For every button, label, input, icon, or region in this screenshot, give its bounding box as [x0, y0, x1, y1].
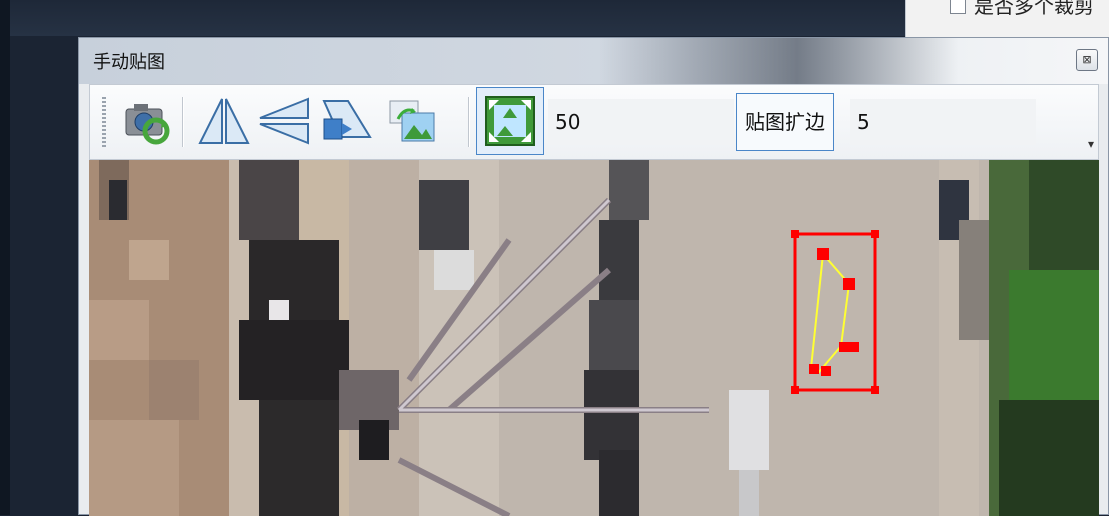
image-canvas[interactable]	[89, 160, 1099, 516]
dialog-titlebar[interactable]: 手动贴图 ⊠	[79, 38, 1108, 84]
edge-expand-label: 贴图扩边	[736, 93, 834, 151]
dialog-title: 手动贴图	[93, 52, 165, 73]
expand-arrows-icon	[485, 96, 535, 146]
toolbar-overflow-button[interactable]: ▾	[1088, 137, 1094, 151]
expand-button[interactable]	[476, 87, 544, 155]
close-icon: ⊠	[1082, 53, 1092, 66]
replace-image-button[interactable]	[384, 93, 440, 149]
toolbar: 50 贴图扩边 5 ▾	[89, 84, 1099, 160]
flip-horizontal-button[interactable]	[196, 93, 252, 149]
skew-button[interactable]	[318, 93, 374, 149]
multi-crop-label: 是否多个裁剪	[974, 0, 1094, 18]
aerial-image	[89, 160, 1099, 516]
multi-crop-checkbox[interactable]	[950, 0, 966, 14]
camera-refresh-button[interactable]	[118, 93, 174, 149]
close-button[interactable]: ⊠	[1076, 49, 1098, 71]
manual-texture-dialog: 手动贴图 ⊠ 50 贴图扩边 5 ▾	[78, 37, 1109, 516]
toolbar-grip[interactable]	[102, 97, 106, 147]
flip-horizontal-icon	[198, 98, 250, 144]
titlebar-shadow	[599, 38, 959, 84]
image-swap-icon	[389, 100, 435, 142]
edge-value-field[interactable]: 5	[850, 99, 1036, 145]
skew-icon	[322, 100, 372, 140]
flip-vertical-icon	[259, 97, 309, 145]
expand-value-field[interactable]: 50	[548, 99, 734, 145]
toolbar-separator	[182, 97, 183, 147]
toolbar-separator	[468, 97, 469, 147]
camera-refresh-icon	[125, 104, 170, 145]
host-sidebar	[0, 0, 10, 515]
flip-vertical-button[interactable]	[256, 93, 312, 149]
